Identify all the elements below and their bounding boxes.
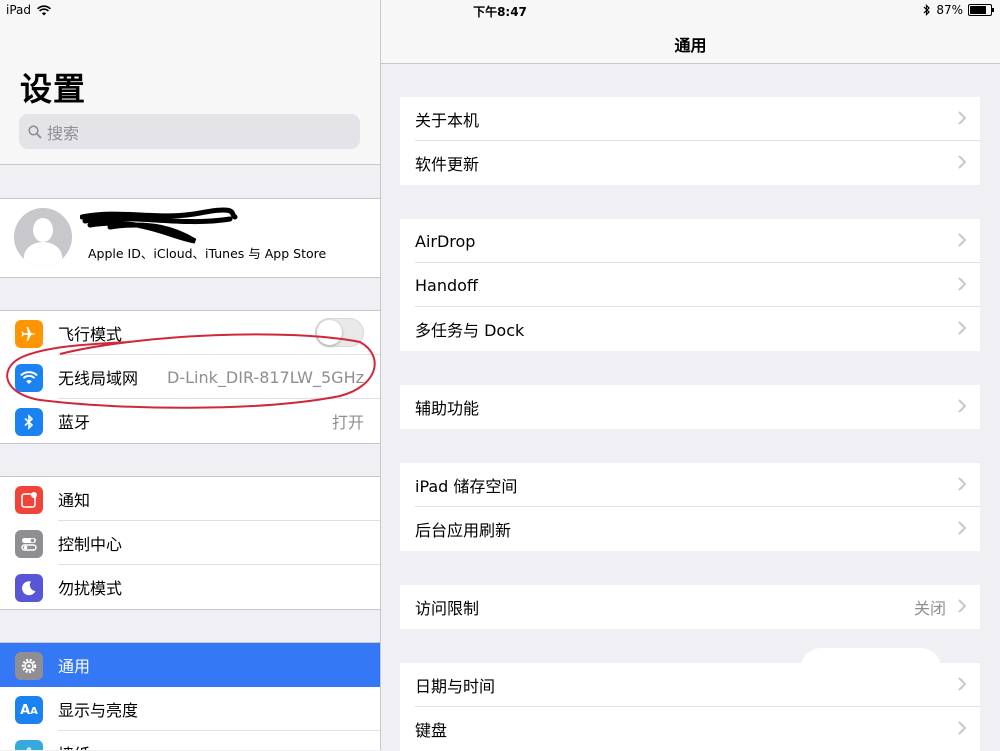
about-label: 关于本机: [415, 111, 480, 130]
status-time: 下午8:47: [473, 5, 527, 19]
accessibility-label: 辅助功能: [415, 399, 480, 418]
control-center-label: 控制中心: [58, 535, 123, 554]
wifi-row[interactable]: 无线局域网 D-Link_DIR-817LW_5GHz: [0, 355, 380, 399]
display-icon: AA: [15, 696, 43, 724]
display-brightness-row[interactable]: AA 显示与亮度: [0, 687, 380, 731]
background-refresh-row[interactable]: 后台应用刷新: [400, 507, 980, 551]
accessibility-group: 辅助功能: [400, 385, 980, 429]
moon-icon: [15, 574, 43, 602]
chevron-right-icon: [958, 721, 966, 735]
chevron-right-icon: [958, 233, 966, 247]
settings-sidebar: 设置 搜索 Apple ID、iCloud、iTunes 与 App Store…: [0, 0, 381, 750]
profile-subtitle: Apple ID、iCloud、iTunes 与 App Store: [88, 246, 327, 261]
restrictions-group: 访问限制 关闭: [400, 585, 980, 629]
chevron-right-icon: [958, 277, 966, 291]
chevron-right-icon: [958, 477, 966, 491]
chevron-right-icon: [958, 321, 966, 335]
search-input[interactable]: 搜索: [19, 114, 360, 149]
apple-id-profile[interactable]: Apple ID、iCloud、iTunes 与 App Store: [0, 198, 380, 278]
notifications-group: 通知 控制中心 勿扰模式: [0, 476, 380, 610]
avatar: [14, 208, 72, 266]
sidebar-item-general[interactable]: 通用: [0, 643, 380, 687]
date-time-row[interactable]: 日期与时间: [400, 663, 980, 707]
wallpaper-row[interactable]: 墙纸: [0, 731, 380, 750]
storage-group: iPad 储存空间 后台应用刷新: [400, 463, 980, 551]
bluetooth-icon: [15, 408, 43, 436]
software-update-label: 软件更新: [415, 155, 480, 174]
notification-icon: [15, 486, 43, 514]
accessibility-row[interactable]: 辅助功能: [400, 385, 980, 429]
handoff-row[interactable]: Handoff: [400, 263, 980, 307]
notifications-row[interactable]: 通知: [0, 477, 380, 521]
background-refresh-label: 后台应用刷新: [415, 521, 512, 540]
wallpaper-icon: [15, 740, 43, 750]
general-group: 通用 AA 显示与亮度 墙纸: [0, 642, 380, 750]
detail-title: 通用: [674, 36, 707, 55]
connectivity-group: 飞行模式 无线局域网 D-Link_DIR-817LW_5GHz 蓝牙 打开: [0, 310, 380, 444]
general-detail-panel: 通用 关于本机 软件更新 AirDrop Handoff 多任务与 Dock 辅…: [381, 0, 1000, 751]
search-placeholder: 搜索: [47, 123, 80, 143]
bluetooth-status-icon: [923, 4, 931, 16]
keyboard-label: 键盘: [415, 721, 448, 740]
chevron-right-icon: [958, 399, 966, 413]
bluetooth-label: 蓝牙: [58, 413, 91, 432]
wifi-icon: [15, 364, 43, 392]
chevron-right-icon: [958, 111, 966, 125]
airdrop-label: AirDrop: [415, 231, 476, 251]
battery-percent: 87%: [936, 3, 963, 17]
status-bar: iPad 下午8:47 87%: [0, 0, 1000, 20]
gear-icon: [15, 652, 43, 680]
restrictions-value: 关闭: [913, 599, 946, 618]
ipad-storage-row[interactable]: iPad 储存空间: [400, 463, 980, 507]
airdrop-row[interactable]: AirDrop: [400, 219, 980, 263]
restrictions-label: 访问限制: [415, 599, 480, 618]
airdrop-group: AirDrop Handoff 多任务与 Dock: [400, 219, 980, 351]
about-group: 关于本机 软件更新: [400, 97, 980, 185]
airplane-icon: [15, 320, 43, 348]
control-center-icon: [15, 530, 43, 558]
about-row[interactable]: 关于本机: [400, 97, 980, 141]
battery-icon: [968, 4, 994, 16]
search-icon: [28, 124, 42, 139]
airplane-mode-toggle[interactable]: [315, 318, 364, 347]
notifications-label: 通知: [58, 491, 91, 510]
redaction-scribble: [80, 207, 238, 244]
bluetooth-row[interactable]: 蓝牙 打开: [0, 399, 380, 443]
keyboard-row[interactable]: 键盘: [400, 707, 980, 751]
chevron-right-icon: [958, 521, 966, 535]
chevron-right-icon: [958, 155, 966, 169]
wallpaper-label: 墙纸: [58, 741, 90, 750]
software-update-row[interactable]: 软件更新: [400, 141, 980, 185]
chevron-right-icon: [958, 599, 966, 613]
bluetooth-status: 打开: [331, 413, 364, 432]
control-center-row[interactable]: 控制中心: [0, 521, 380, 565]
page-title: 设置: [20, 70, 87, 108]
restrictions-row[interactable]: 访问限制 关闭: [400, 585, 980, 629]
date-time-label: 日期与时间: [415, 677, 496, 696]
display-brightness-label: 显示与亮度: [58, 701, 139, 720]
wifi-label: 无线局域网: [58, 369, 139, 388]
airplane-mode-label: 飞行模式: [58, 325, 123, 344]
multitasking-dock-label: 多任务与 Dock: [415, 321, 525, 340]
multitasking-dock-row[interactable]: 多任务与 Dock: [400, 307, 980, 351]
handoff-label: Handoff: [415, 275, 478, 295]
wifi-network-name: D-Link_DIR-817LW_5GHz: [167, 367, 364, 387]
sidebar-header: 设置 搜索: [0, 0, 380, 165]
do-not-disturb-row[interactable]: 勿扰模式: [0, 565, 380, 609]
airplane-mode-row[interactable]: 飞行模式: [0, 311, 380, 355]
do-not-disturb-label: 勿扰模式: [58, 579, 123, 598]
ipad-storage-label: iPad 储存空间: [415, 477, 518, 496]
chevron-right-icon: [958, 677, 966, 691]
general-label: 通用: [58, 657, 91, 676]
date-keyboard-group: 日期与时间 键盘: [400, 663, 980, 751]
status-right: 87%: [923, 3, 994, 17]
